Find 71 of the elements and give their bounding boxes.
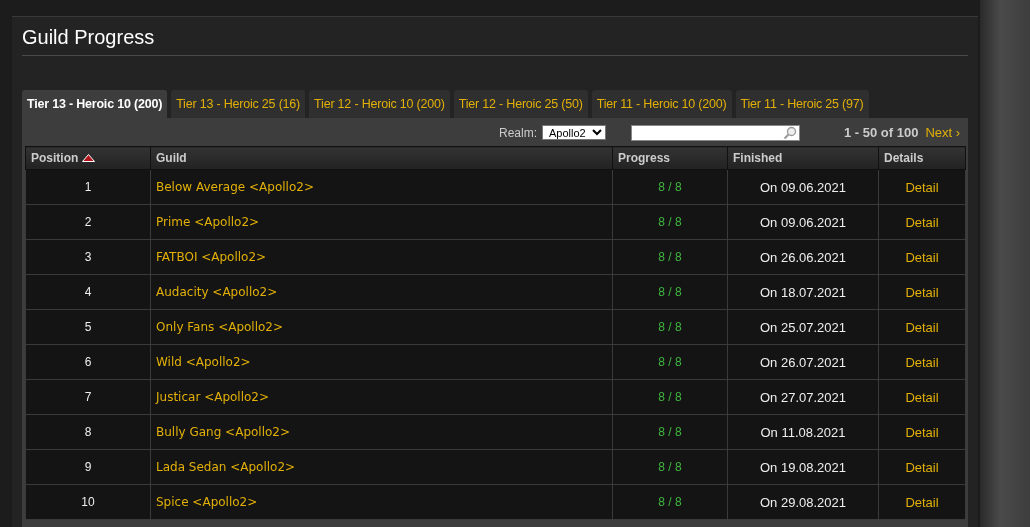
next-link[interactable]: Next › [925, 125, 961, 140]
column-header[interactable]: Details [878, 146, 966, 170]
guild-link[interactable]: Prime <Apollo2> [156, 215, 260, 229]
table-cell: 8 [25, 414, 151, 450]
table-cell: 8 / 8 [612, 484, 728, 520]
guild-link[interactable]: Below Average <Apollo2> [156, 180, 314, 194]
tab[interactable]: Tier 12 - Heroic 10 (200) [309, 90, 450, 118]
detail-link[interactable]: Detail [905, 354, 939, 370]
table-cell: 6 [25, 344, 151, 380]
tab[interactable]: Tier 11 - Heroic 10 (200) [591, 90, 732, 118]
table-cell: 8 / 8 [612, 309, 728, 345]
table-cell: 7 [25, 379, 151, 415]
table-cell: On 09.06.2021 [727, 204, 879, 240]
table-cell: On 26.06.2021 [727, 239, 879, 275]
chevron-down-icon [592, 129, 602, 136]
pagination-text: 1 - 50 of 100 [844, 125, 919, 140]
column-header-label: Position [31, 151, 79, 165]
sort-ascending-icon [82, 154, 96, 162]
detail-link[interactable]: Detail [905, 389, 939, 405]
table-cell: 4 [25, 274, 151, 310]
guild-link[interactable]: Lada Sedan <Apollo2> [156, 460, 296, 474]
table-cell: On 18.07.2021 [727, 274, 879, 310]
realm-label: Realm: [499, 125, 537, 140]
page-title: Guild Progress [22, 26, 156, 50]
realm-dropdown[interactable]: Apollo2 [542, 125, 606, 140]
detail-link[interactable]: Detail [905, 494, 939, 510]
detail-link[interactable]: Detail [905, 249, 939, 265]
guild-link[interactable]: FATBOI <Apollo2> [156, 250, 267, 264]
table-cell: 8 / 8 [612, 379, 728, 415]
detail-link[interactable]: Detail [905, 284, 939, 300]
table-cell: 5 [25, 309, 151, 345]
column-header[interactable]: Guild [150, 146, 613, 170]
guild-link[interactable]: Justicar <Apollo2> [156, 390, 270, 404]
table-cell: On 19.08.2021 [727, 449, 879, 485]
table-cell: On 11.08.2021 [727, 414, 879, 450]
tab[interactable]: Tier 12 - Heroic 25 (50) [453, 90, 588, 118]
guild-link[interactable]: Only Fans <Apollo2> [156, 320, 284, 334]
tab[interactable]: Tier 13 - Heroic 25 (16) [171, 90, 306, 118]
column-header[interactable]: Position [25, 146, 151, 170]
detail-link[interactable]: Detail [905, 459, 939, 475]
detail-link[interactable]: Detail [905, 319, 939, 335]
tab[interactable]: Tier 11 - Heroic 25 (97) [735, 90, 869, 118]
search-field[interactable] [631, 124, 800, 141]
table-cell: 10 [25, 484, 151, 520]
guild-link[interactable]: Spice <Apollo2> [156, 495, 258, 509]
table-cell: 8 / 8 [612, 169, 728, 205]
table-cell: 8 / 8 [612, 344, 728, 380]
detail-link[interactable]: Detail [905, 424, 939, 440]
table-cell: 2 [25, 204, 151, 240]
column-header[interactable]: Progress [612, 146, 728, 170]
guild-link[interactable]: Wild <Apollo2> [156, 355, 251, 369]
guild-link[interactable]: Bully Gang <Apollo2> [156, 425, 291, 439]
table-cell: 1 [25, 169, 151, 205]
table-cell: 8 / 8 [612, 449, 728, 485]
tab[interactable]: Tier 13 - Heroic 10 (200) [22, 90, 168, 118]
table-cell: 8 / 8 [612, 239, 728, 275]
table-cell: 8 / 8 [612, 274, 728, 310]
detail-link[interactable]: Detail [905, 179, 939, 195]
table-cell: 8 / 8 [612, 414, 728, 450]
column-header[interactable]: Finished [727, 146, 879, 170]
detail-link[interactable]: Detail [905, 214, 939, 230]
table-cell: On 29.08.2021 [727, 484, 879, 520]
table-cell: 3 [25, 239, 151, 275]
table-cell: On 27.07.2021 [727, 379, 879, 415]
table-cell: On 26.07.2021 [727, 344, 879, 380]
table-cell: On 09.06.2021 [727, 169, 879, 205]
table-cell: 8 / 8 [612, 204, 728, 240]
guild-link[interactable]: Audacity <Apollo2> [156, 285, 278, 299]
search-icon [783, 125, 797, 140]
table-cell: On 25.07.2021 [727, 309, 879, 345]
table-cell: 9 [25, 449, 151, 485]
